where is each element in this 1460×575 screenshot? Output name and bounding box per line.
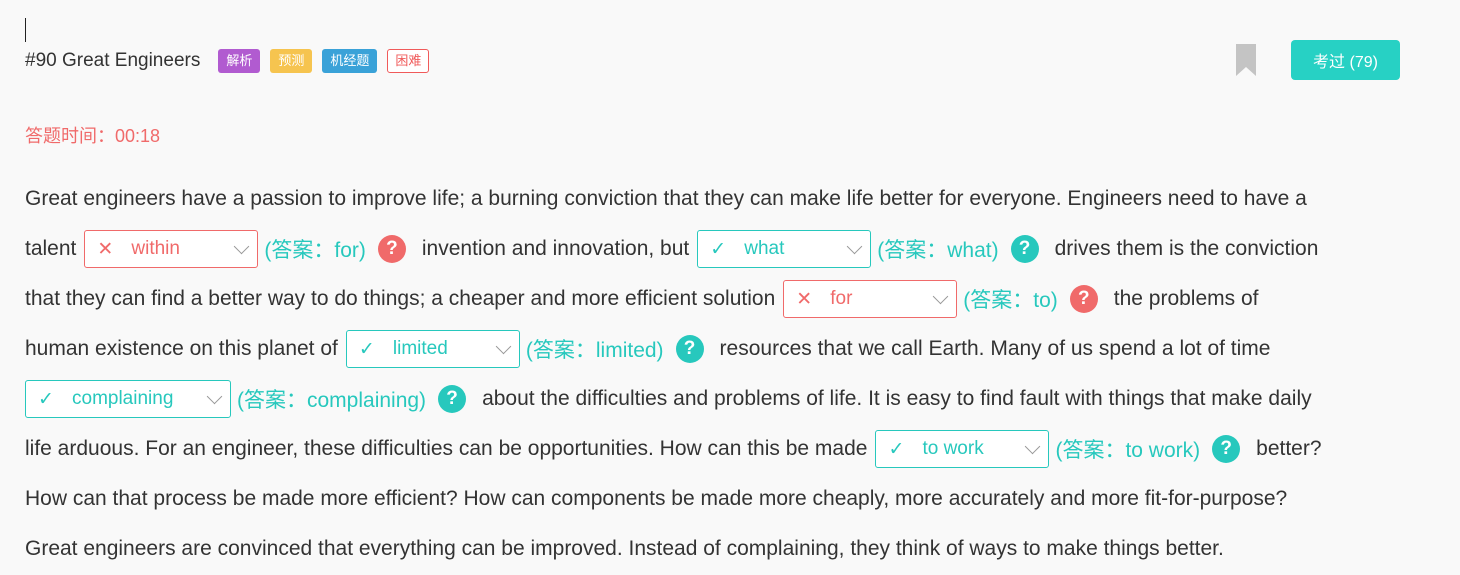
selected-value: for bbox=[830, 288, 853, 309]
text-caret bbox=[25, 18, 26, 42]
selected-value: to work bbox=[922, 438, 984, 459]
passage-text: Great engineers have a passion to improv… bbox=[25, 187, 1307, 210]
selected-value: what bbox=[744, 238, 785, 259]
selected-value: limited bbox=[392, 338, 448, 359]
passage-line: ✓ complaining (答案：complaining) ? about t… bbox=[25, 374, 1415, 424]
check-icon: ✓ bbox=[710, 238, 727, 260]
tag-difficulty: 困难 bbox=[387, 49, 430, 73]
help-icon[interactable]: ? bbox=[377, 235, 406, 263]
passage-text: about the difficulties and problems of l… bbox=[482, 387, 1312, 410]
cross-icon: ✕ bbox=[97, 238, 114, 260]
tag-analysis[interactable]: 解析 bbox=[218, 49, 261, 73]
chevron-down-icon bbox=[1025, 438, 1041, 454]
help-icon[interactable]: ? bbox=[1069, 285, 1098, 313]
passage-line: Great engineers are convinced that every… bbox=[25, 524, 1415, 574]
help-icon[interactable]: ? bbox=[675, 335, 704, 363]
chevron-down-icon bbox=[846, 238, 863, 254]
passage-text: drives them is the conviction bbox=[1054, 237, 1319, 260]
passage-line: Great engineers have a passion to improv… bbox=[25, 174, 1415, 224]
passage-line: that they can find a better way to do th… bbox=[25, 274, 1415, 324]
passage-text: the problems of bbox=[1113, 287, 1259, 310]
correct-answer: (答案：for) bbox=[264, 239, 366, 262]
question-title: #90 Great Engineers bbox=[25, 50, 201, 71]
selected-value: within bbox=[131, 238, 180, 259]
chevron-down-icon bbox=[206, 388, 223, 404]
help-icon[interactable]: ? bbox=[1212, 435, 1241, 463]
blank-select-1[interactable]: ✕ within bbox=[84, 230, 259, 268]
bookmark-icon[interactable] bbox=[1236, 44, 1256, 76]
passage-line: talent ✕ within (答案：for) ? invention and… bbox=[25, 224, 1415, 274]
passage-text: invention and innovation, but bbox=[421, 237, 690, 260]
blank-select-3[interactable]: ✕ for bbox=[783, 280, 958, 318]
timer-label: 答题时间： bbox=[25, 126, 115, 146]
blank-select-2[interactable]: ✓ what bbox=[697, 230, 872, 268]
passage-text: life arduous. For an engineer, these dif… bbox=[25, 437, 868, 460]
passage-text: resources that we call Earth. Many of us… bbox=[719, 337, 1271, 360]
blank-select-4[interactable]: ✓ limited bbox=[345, 330, 520, 368]
chevron-down-icon bbox=[234, 238, 250, 254]
help-icon[interactable]: ? bbox=[438, 385, 467, 413]
cross-icon: ✕ bbox=[796, 288, 813, 310]
correct-answer: (答案：to) bbox=[963, 289, 1058, 312]
check-icon: ✓ bbox=[888, 438, 905, 460]
passage-line: human existence on this planet of ✓ limi… bbox=[25, 324, 1415, 374]
taken-count-button[interactable]: 考过 (79) bbox=[1291, 40, 1400, 80]
tag-predict: 预测 bbox=[270, 49, 313, 73]
chevron-down-icon bbox=[495, 338, 512, 354]
question-header: #90 Great Engineers 解析 预测 机经题 困难 bbox=[25, 46, 439, 76]
tag-machine-exam: 机经题 bbox=[322, 49, 378, 73]
passage-text: that they can find a better way to do th… bbox=[25, 287, 776, 310]
blank-select-6[interactable]: ✓ to work bbox=[875, 430, 1050, 468]
passage-text: Great engineers are convinced that every… bbox=[25, 537, 1224, 560]
blank-select-5[interactable]: ✓ complaining bbox=[25, 380, 231, 418]
check-icon: ✓ bbox=[38, 388, 54, 410]
passage: Great engineers have a passion to improv… bbox=[25, 174, 1415, 574]
timer-value: 00:18 bbox=[115, 126, 161, 146]
chevron-down-icon bbox=[932, 288, 949, 304]
correct-answer: (答案：what) bbox=[877, 239, 999, 262]
correct-answer: (答案：limited) bbox=[525, 339, 664, 362]
passage-text: human existence on this planet of bbox=[25, 337, 338, 360]
correct-answer: (答案：to work) bbox=[1055, 439, 1201, 462]
answer-timer: 答题时间：00:18 bbox=[25, 122, 160, 148]
correct-answer: (答案：complaining) bbox=[237, 389, 427, 412]
passage-text: better? bbox=[1256, 437, 1322, 460]
check-icon: ✓ bbox=[358, 338, 375, 360]
help-icon[interactable]: ? bbox=[1010, 235, 1039, 263]
selected-value: complaining bbox=[72, 388, 174, 409]
passage-text: How can that process be made more effici… bbox=[25, 487, 1288, 510]
passage-line: life arduous. For an engineer, these dif… bbox=[25, 424, 1415, 474]
passage-line: How can that process be made more effici… bbox=[25, 474, 1415, 524]
passage-text: talent bbox=[25, 237, 77, 260]
